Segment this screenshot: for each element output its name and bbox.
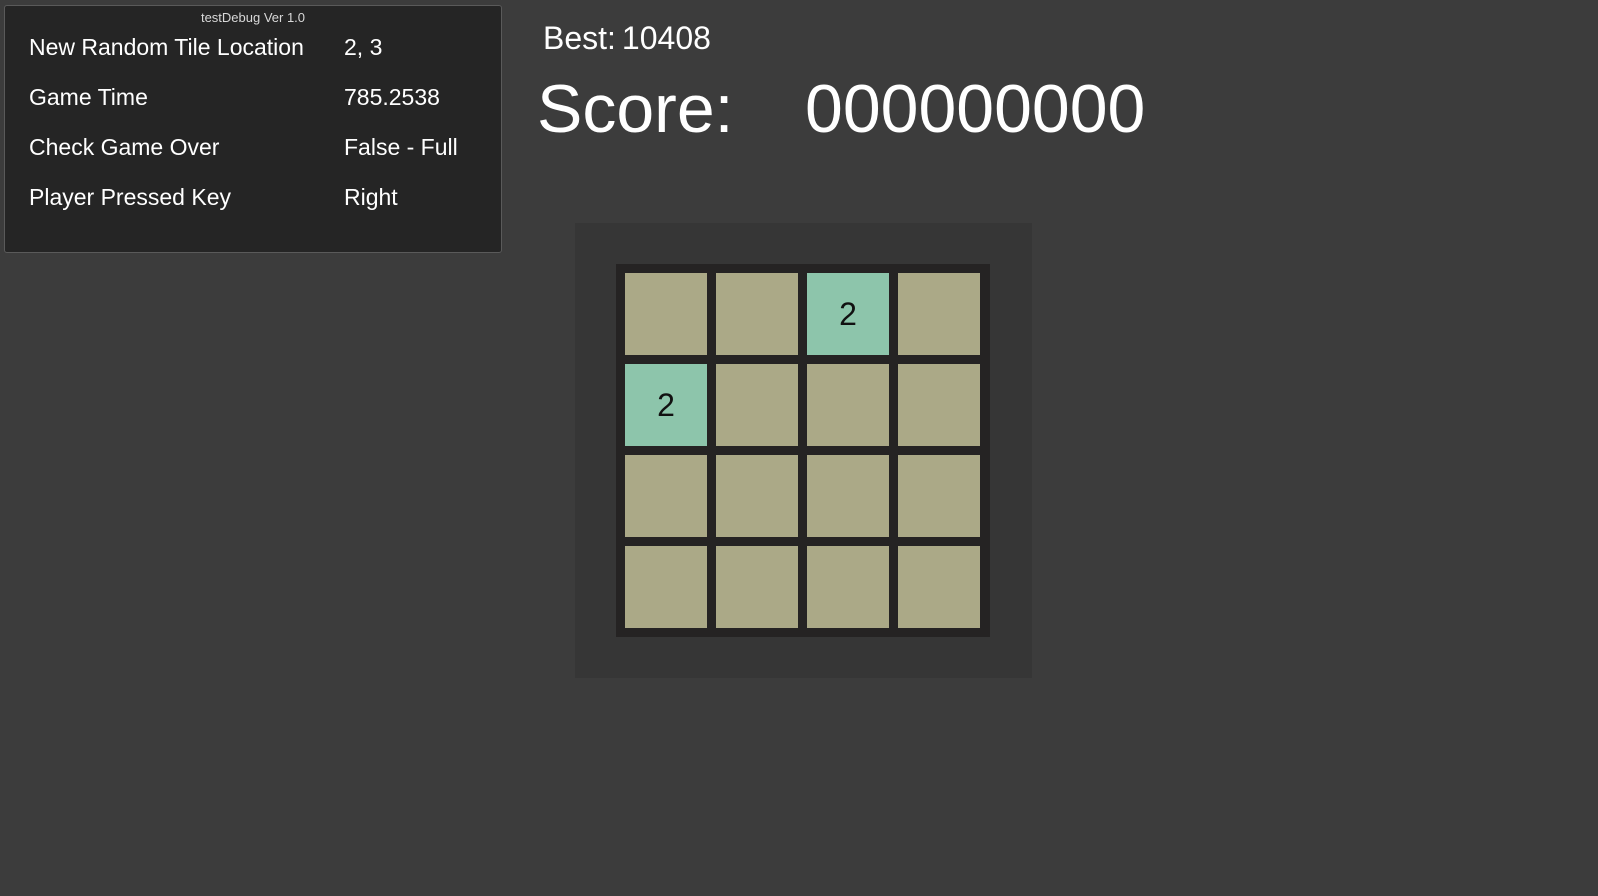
best-value: 10408 <box>621 20 711 56</box>
empty-tile <box>625 455 707 537</box>
empty-tile <box>716 273 798 355</box>
debug-row-tile-location: New Random Tile Location 2, 3 <box>29 34 489 64</box>
debug-row-game-over: Check Game Over False - Full <box>29 134 489 164</box>
empty-tile <box>807 455 889 537</box>
score-value: 000000000 <box>805 71 1146 147</box>
game-board-container: 22 <box>575 223 1032 678</box>
empty-tile <box>716 364 798 446</box>
best-label: Best: <box>543 20 616 56</box>
score-label: Score: <box>537 71 734 147</box>
empty-tile <box>898 273 980 355</box>
debug-label: Player Pressed Key <box>29 184 231 210</box>
debug-title: testDebug Ver 1.0 <box>200 10 306 25</box>
empty-tile <box>716 455 798 537</box>
empty-tile <box>625 546 707 628</box>
debug-label: Check Game Over <box>29 134 220 160</box>
debug-label: Game Time <box>29 84 148 110</box>
tile-2: 2 <box>625 364 707 446</box>
empty-tile <box>625 273 707 355</box>
empty-tile <box>898 546 980 628</box>
empty-tile <box>898 455 980 537</box>
debug-row-pressed-key: Player Pressed Key Right <box>29 184 489 214</box>
empty-tile <box>898 364 980 446</box>
debug-value: False - Full <box>344 134 458 160</box>
empty-tile <box>716 546 798 628</box>
debug-row-game-time: Game Time 785.2538 <box>29 84 489 114</box>
tile-2: 2 <box>807 273 889 355</box>
debug-value: 785.2538 <box>344 84 440 110</box>
empty-tile <box>807 546 889 628</box>
empty-tile <box>807 364 889 446</box>
debug-panel: testDebug Ver 1.0 New Random Tile Locati… <box>4 5 502 253</box>
debug-value: Right <box>344 184 398 210</box>
debug-label: New Random Tile Location <box>29 34 304 60</box>
best-score: Best: 10408 <box>543 20 711 57</box>
game-board[interactable]: 22 <box>616 264 990 637</box>
debug-value: 2, 3 <box>344 34 383 60</box>
